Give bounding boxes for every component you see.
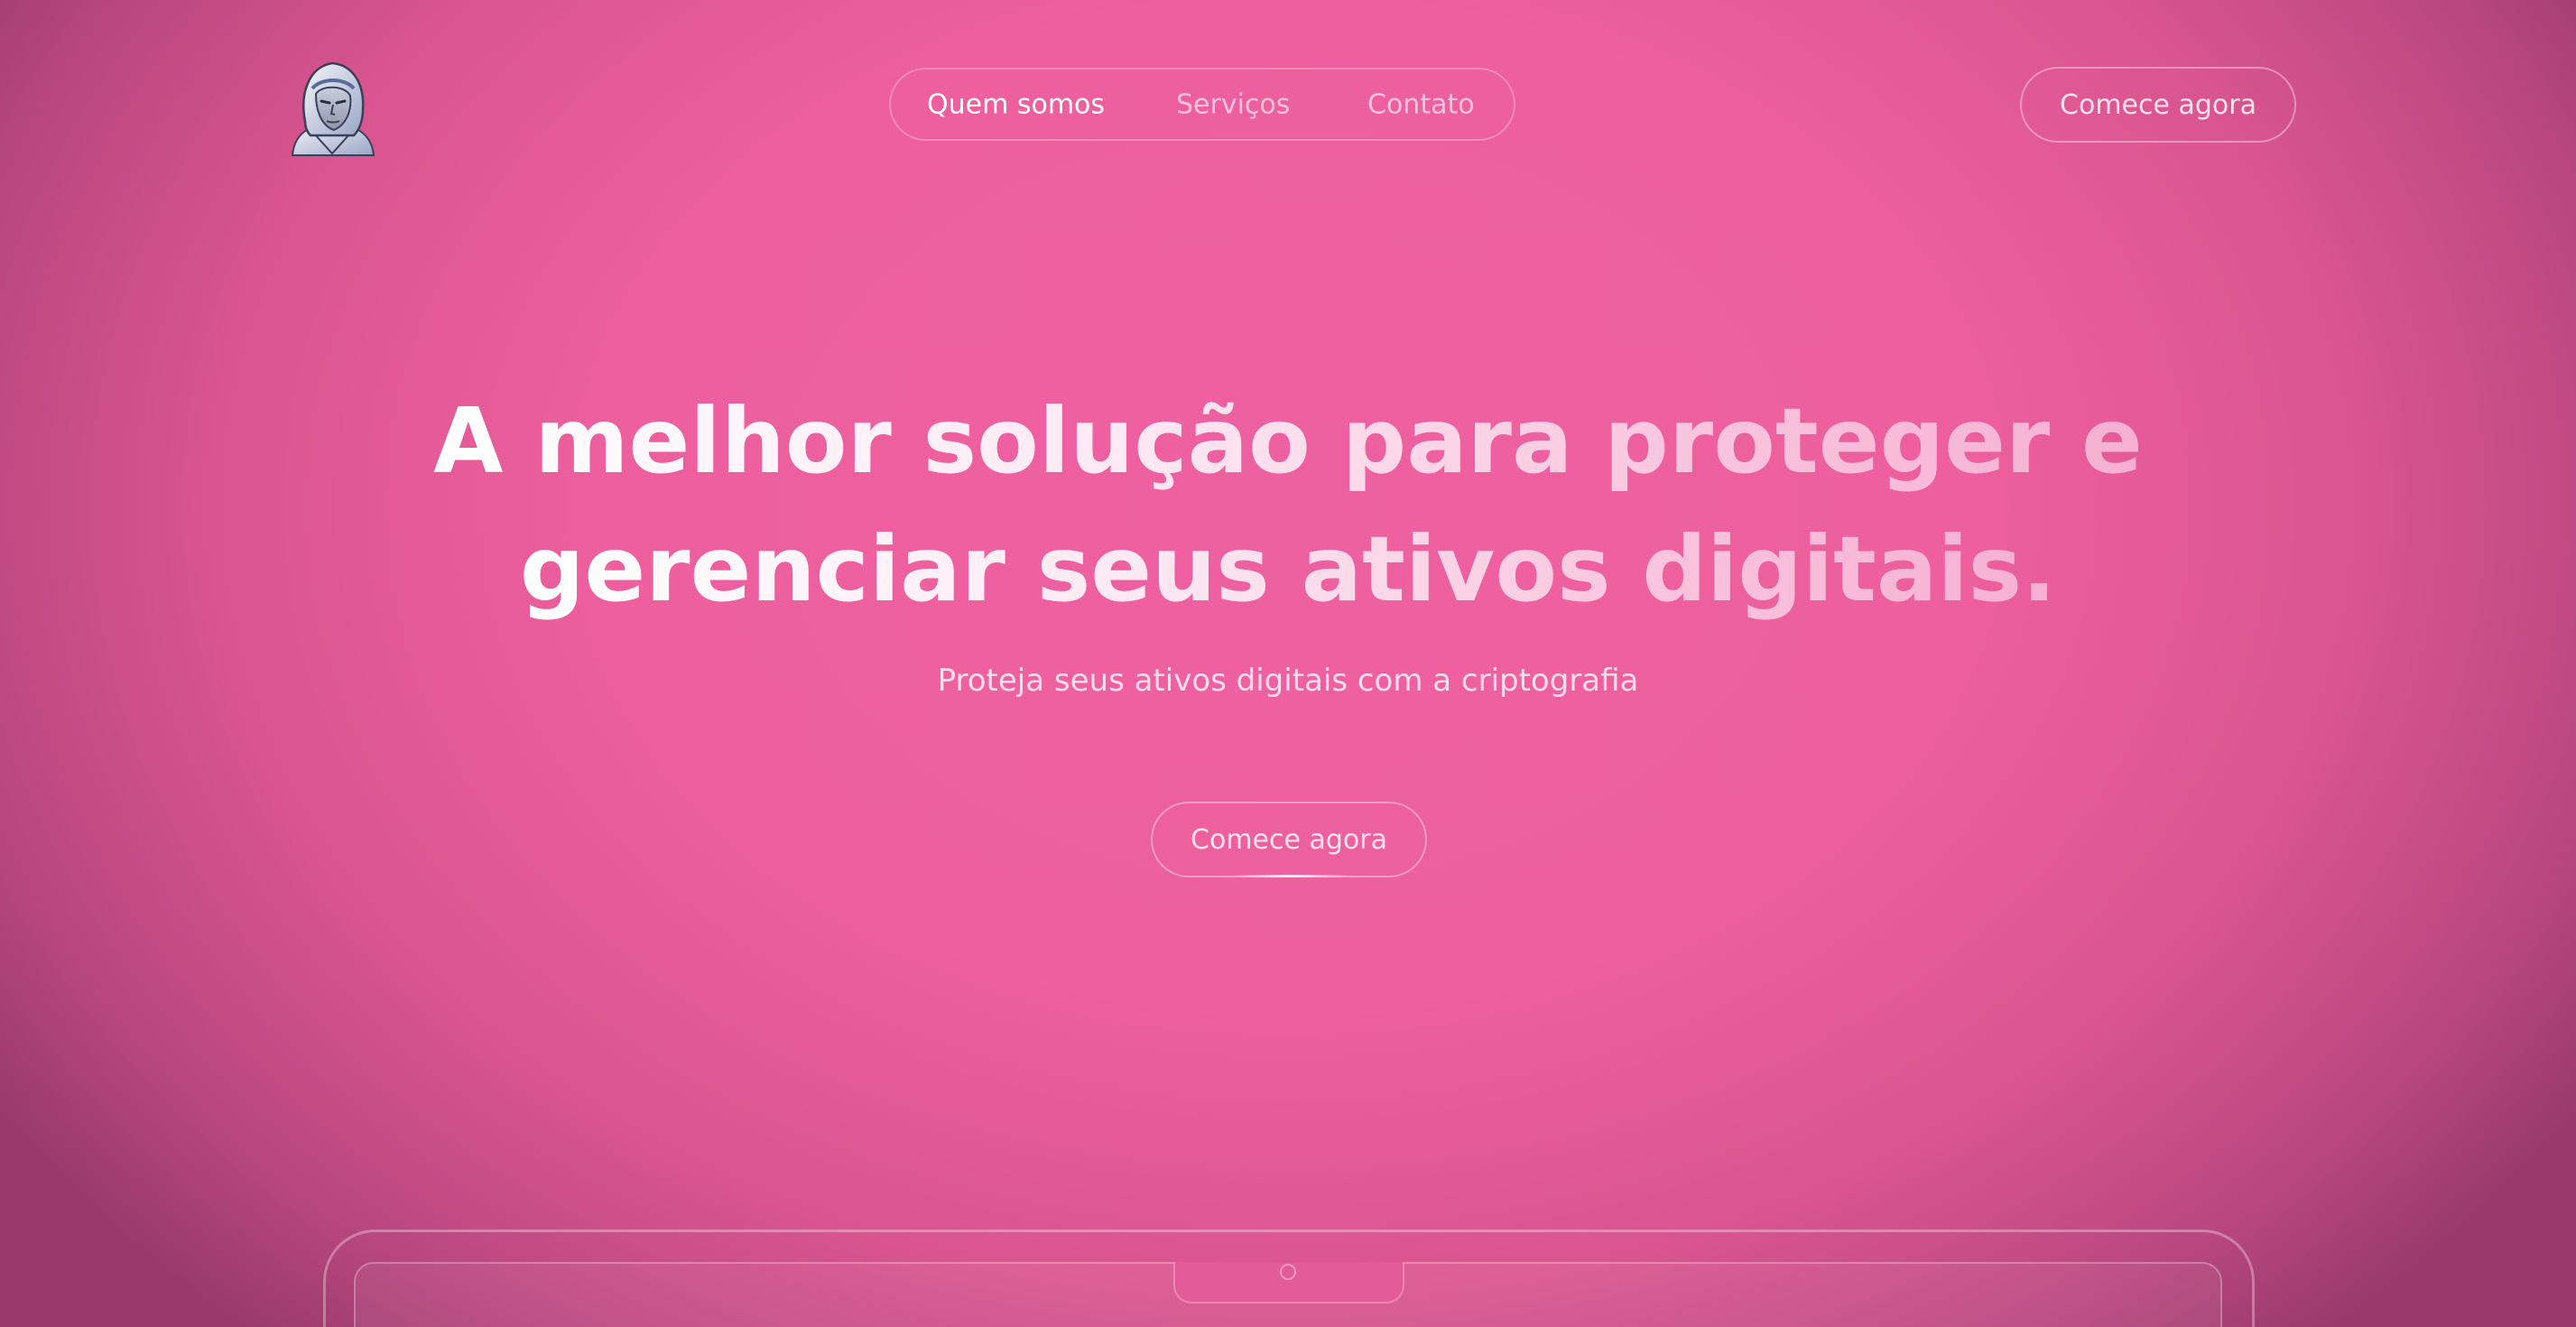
header-get-started-button[interactable]: Comece agora xyxy=(2020,67,2296,143)
hero-title-line-2: gerenciar seus ativos digitais. xyxy=(520,506,2056,634)
hooded-figure-logo-icon[interactable] xyxy=(287,58,377,159)
main-nav: Quem somos Serviços Contato xyxy=(889,68,1515,141)
nav-link-contato[interactable]: Contato xyxy=(1367,88,1475,120)
button-glow-accent xyxy=(1232,875,1349,877)
hero-title-line-1: A melhor solução para proteger e xyxy=(433,377,2143,506)
hero-title: A melhor solução para proteger e gerenci… xyxy=(0,377,2576,634)
hero-get-started-button[interactable]: Comece agora xyxy=(1151,802,1427,877)
nav-link-servicos[interactable]: Serviços xyxy=(1176,88,1290,120)
hero-subtitle: Proteja seus ativos digitais com a cript… xyxy=(937,663,1639,699)
landing-page: Quem somos Serviços Contato Comece agora… xyxy=(0,0,2576,1327)
camera-icon xyxy=(1280,1264,1296,1280)
header-get-started-label: Comece agora xyxy=(2060,88,2256,121)
hero-get-started-label: Comece agora xyxy=(1191,823,1387,856)
nav-link-quem-somos[interactable]: Quem somos xyxy=(927,88,1105,120)
